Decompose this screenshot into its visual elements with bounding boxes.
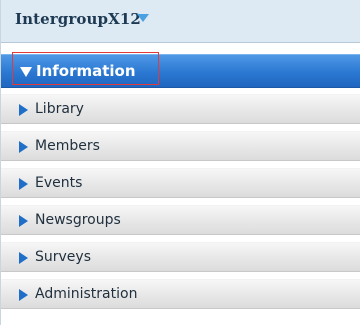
chevron-down-icon[interactable] [137,14,149,22]
navigation-panel: IntergroupX12 Information Library Member… [0,0,360,325]
triangle-right-icon [19,289,28,301]
menu-item-administration[interactable]: Administration [1,279,360,309]
menu-item-surveys[interactable]: Surveys [1,242,360,272]
menu-item-information[interactable]: Information [1,52,360,88]
menu-item-newsgroups[interactable]: Newsgroups [1,205,360,235]
menu-item-members[interactable]: Members [1,131,360,161]
navigation-menu: Information Library Members Events Newsg… [1,52,360,316]
group-title: IntergroupX12 [15,10,141,28]
menu-item-label: Newsgroups [35,212,121,228]
triangle-right-icon [19,178,28,190]
triangle-down-icon [20,67,32,77]
menu-item-library[interactable]: Library [1,94,360,124]
menu-item-label: Events [35,175,83,191]
menu-item-events[interactable]: Events [1,168,360,198]
menu-item-label: Surveys [35,249,91,265]
triangle-right-icon [19,141,28,153]
triangle-right-icon [19,215,28,227]
menu-item-label: Administration [35,286,138,302]
group-header[interactable]: IntergroupX12 [1,0,360,43]
menu-item-label: Information [36,62,136,80]
triangle-right-icon [19,252,28,264]
menu-item-label: Library [35,101,84,117]
menu-item-label: Members [35,138,100,154]
triangle-right-icon [19,104,28,116]
